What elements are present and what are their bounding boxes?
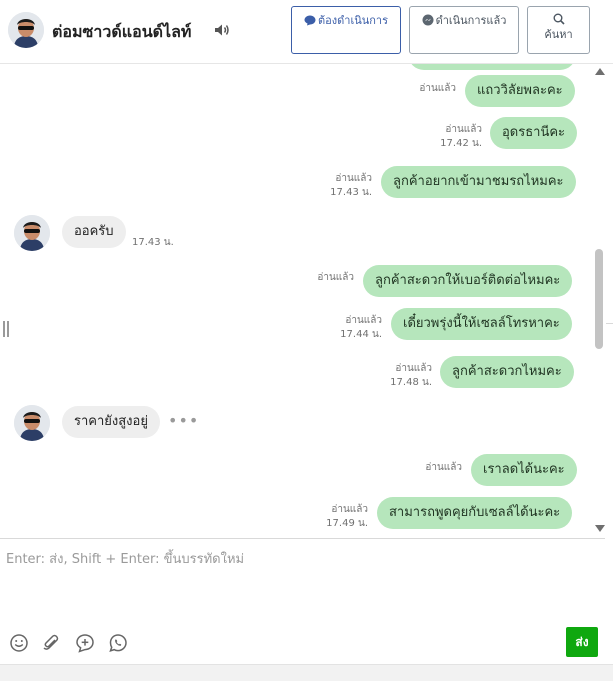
speaker-icon[interactable] [214, 23, 230, 37]
contact-name: ต่อมซาวด์แอนด์ไลท์ [52, 22, 192, 41]
message-scrollbar[interactable] [593, 64, 605, 538]
more-options-icon[interactable]: ••• [168, 411, 199, 430]
read-status: อ่านแล้ว [395, 363, 432, 374]
read-status: อ่านแล้ว [317, 272, 354, 283]
read-status: อ่านแล้ว [335, 173, 372, 184]
message-meta: อ่านแล้ว 17.48 น. [372, 362, 432, 390]
message-meta: อ่านแล้ว 17.44 น. [322, 314, 382, 342]
scroll-thumb[interactable] [595, 249, 603, 349]
message-meta: อ่านแล้ว [402, 461, 462, 475]
message-meta: อ่านแล้ว [294, 271, 354, 285]
message-input[interactable] [6, 548, 596, 618]
message-time: 17.48 น. [390, 377, 432, 388]
outgoing-bubble[interactable]: ลูกค้าอยากเข้ามาชมรถไหมคะ [381, 166, 576, 198]
outgoing-bubble[interactable]: เราลดได้นะคะ [471, 454, 577, 486]
outgoing-bubble[interactable]: สามารถพูดคุยกับเซลล์ได้นะคะ [377, 497, 573, 529]
outgoing-bubble[interactable]: ลูกค้าสะดวกไหมคะ [440, 356, 574, 388]
incoming-bubble[interactable]: ราคายังสูงอยู่ [62, 406, 160, 438]
attach-icon[interactable] [41, 633, 61, 653]
todo-button[interactable]: ต้องดำเนินการ [291, 6, 401, 54]
contact-avatar[interactable] [14, 405, 50, 441]
whatsapp-icon[interactable] [108, 633, 128, 653]
outgoing-bubble[interactable]: เดี๋ยวพรุ่งนี้ให้เซลล์โทรหาคะ [391, 308, 572, 340]
done-label: ดำเนินการแล้ว [435, 14, 507, 27]
chat-bubble-icon [304, 15, 316, 26]
scroll-down-arrow-icon[interactable] [595, 525, 605, 532]
message-time: 17.43 น. [132, 237, 174, 248]
add-circle-icon[interactable] [75, 633, 95, 653]
message-composer: ส่ง [0, 538, 605, 664]
search-icon [553, 13, 565, 25]
message-list[interactable]: อ่านแล้ว แถววิลัยพละคะ อ่านแล้ว 17.42 น.… [0, 64, 592, 538]
incoming-bubble[interactable]: ออครับ [62, 216, 126, 248]
contact-avatar[interactable] [8, 12, 44, 48]
search-button[interactable]: ค้นหา [527, 6, 590, 54]
message-time: 17.44 น. [340, 329, 382, 340]
read-status: อ่านแล้ว [331, 504, 368, 515]
outgoing-bubble-partial [408, 64, 576, 70]
message-time: 17.49 น. [326, 518, 368, 529]
outgoing-bubble[interactable]: อุดรธานีคะ [490, 117, 578, 149]
done-button[interactable]: ดำเนินการแล้ว [409, 6, 519, 54]
read-status: อ่านแล้ว [445, 124, 482, 135]
message-time: 17.42 น. [440, 138, 482, 149]
message-meta: อ่านแล้ว 17.43 น. [312, 172, 372, 200]
emoji-icon[interactable] [9, 633, 29, 653]
messenger-icon [422, 14, 434, 26]
bottom-status-bar [0, 664, 613, 681]
send-button[interactable]: ส่ง [566, 627, 598, 657]
read-status: อ่านแล้ว [345, 315, 382, 326]
message-time: 17.43 น. [330, 187, 372, 198]
todo-label: ต้องดำเนินการ [318, 14, 388, 27]
message-meta: อ่านแล้ว [396, 82, 456, 96]
contact-avatar[interactable] [14, 215, 50, 251]
outgoing-bubble[interactable]: แถววิลัยพละคะ [465, 75, 575, 107]
outgoing-bubble[interactable]: ลูกค้าสะดวกให้เบอร์ติดต่อไหมคะ [363, 265, 573, 297]
panel-divider [606, 323, 613, 324]
message-meta: อ่านแล้ว 17.42 น. [422, 123, 482, 151]
search-label: ค้นหา [544, 28, 573, 41]
read-status: อ่านแล้ว [425, 462, 462, 473]
message-meta: อ่านแล้ว 17.49 น. [308, 503, 368, 531]
scroll-up-arrow-icon[interactable] [595, 68, 605, 75]
read-status: อ่านแล้ว [419, 83, 456, 94]
chat-header: ต่อมซาวด์แอนด์ไลท์ ต้องดำเนินการ ดำเนินก… [0, 0, 613, 64]
